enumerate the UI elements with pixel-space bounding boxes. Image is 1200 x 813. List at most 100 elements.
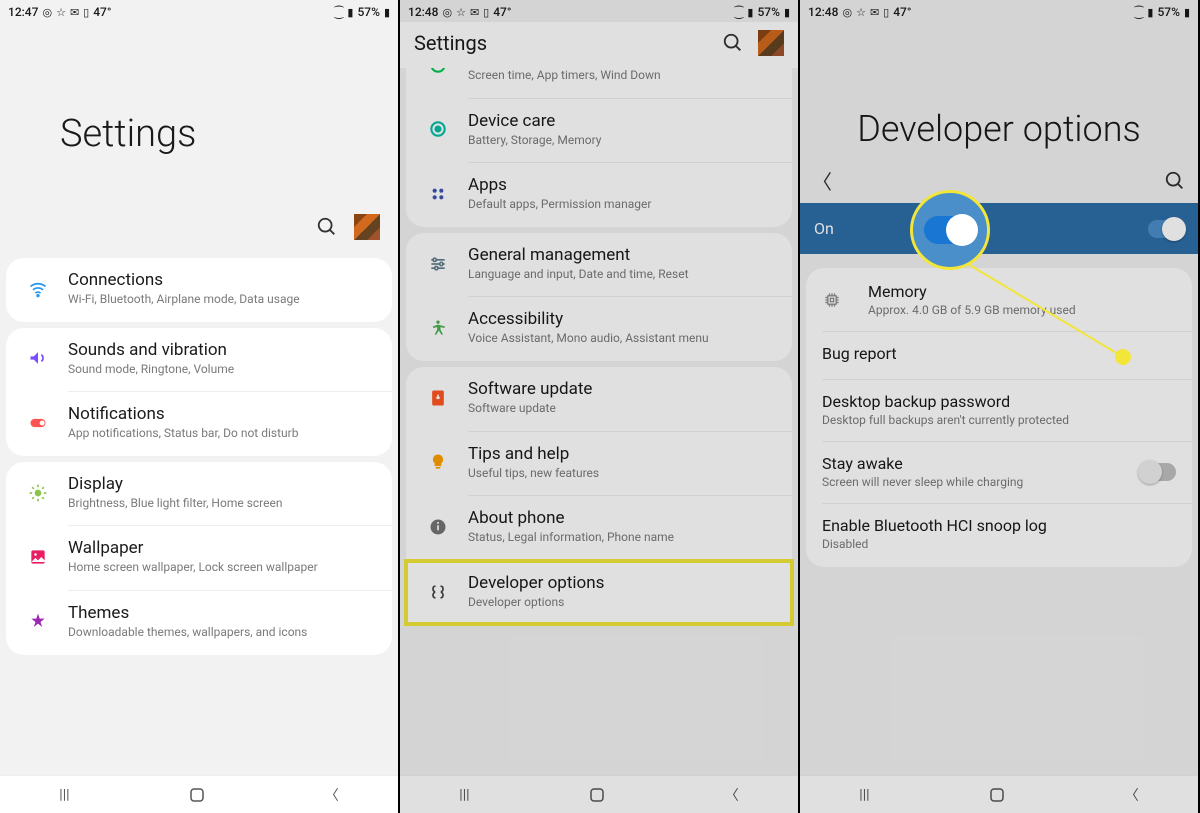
nav-back[interactable]: 〈 — [1125, 785, 1139, 805]
memory-icon — [822, 290, 854, 310]
item-subtitle: Screen time, App timers, Wind Down — [468, 68, 661, 84]
item-title: Stay awake — [822, 454, 1023, 473]
sounds-icon — [22, 348, 54, 368]
item-title: Enable Bluetooth HCI snoop log — [822, 516, 1176, 535]
settings-item-display[interactable]: DisplayBrightness, Blue light filter, Ho… — [6, 462, 392, 526]
star-icon: ☆ — [856, 6, 866, 19]
item-title: Software update — [468, 379, 592, 399]
status-battery: 57% — [1157, 5, 1179, 19]
status-time: 12:48 — [408, 5, 438, 19]
item-subtitle: Language and input, Date and time, Reset — [468, 267, 689, 283]
settings-item-sounds-and-vibration[interactable]: Sounds and vibrationSound mode, Ringtone… — [6, 328, 392, 392]
settings-group: Software update Software update Tips and h… — [406, 367, 792, 624]
nav-recents[interactable]: ||| — [859, 787, 869, 803]
nav-home[interactable] — [588, 786, 606, 804]
screen-settings-main: 12:47 ◎ ☆ ✉ ▯ 47° ⁐ ▮ 57% ▮ Settings Con… — [0, 0, 400, 813]
search-button[interactable] — [316, 216, 338, 238]
settings-item-software-update[interactable]: Software update Software update — [406, 367, 792, 431]
search-button[interactable] — [1164, 170, 1186, 192]
settings-list: Connections Wi-Fi, Bluetooth, Airplane mo… — [0, 252, 398, 775]
swupdate-icon — [422, 388, 454, 408]
wifi-icon: ⁐ — [1135, 6, 1144, 19]
item-subtitle: Voice Assistant, Mono audio, Assistant m… — [468, 331, 709, 347]
status-temp: 47° — [93, 5, 111, 19]
nav-home[interactable] — [988, 786, 1006, 804]
item-subtitle: Battery, Storage, Memory — [468, 133, 601, 149]
item-toggle[interactable] — [1140, 463, 1176, 481]
accessibility-icon — [422, 318, 454, 338]
settings-item-device-care[interactable]: Device care Battery, Storage, Memory — [406, 99, 792, 163]
screen-developer-options: 12:48 ◎ ☆ ✉ ▯ 47° ⁐ ▮ 57% ▮ Developer op… — [800, 0, 1200, 813]
dev-option-enable-bluetooth-hci-snoop-log[interactable]: Enable Bluetooth HCI snoop log Disabled — [806, 504, 1192, 565]
status-battery: 57% — [357, 5, 379, 19]
settings-item-general-management[interactable]: General management Language and input, Da… — [406, 233, 792, 297]
settings-group: Connections Wi-Fi, Bluetooth, Airplane mo… — [6, 258, 392, 322]
master-toggle-banner[interactable]: On — [800, 203, 1198, 254]
item-title: Memory — [868, 282, 1076, 301]
header-title: Settings — [414, 31, 487, 55]
dev-option-desktop-backup-password[interactable]: Desktop backup passwordDesktop full back… — [806, 380, 1192, 441]
dev-option-memory[interactable]: Memory Approx. 4.0 GB of 5.9 GB memory us… — [806, 270, 1192, 331]
item-title: Device care — [468, 111, 601, 131]
settings-item-wallpaper[interactable]: WallpaperHome screen wallpaper, Lock scr… — [6, 526, 392, 590]
item-subtitle: Wi-Fi, Bluetooth, Airplane mode, Data us… — [68, 292, 300, 308]
settings-item-about-phone[interactable]: About phoneStatus, Legal information, Ph… — [406, 496, 792, 560]
message-icon: ✉ — [470, 6, 479, 19]
item-subtitle: Home screen wallpaper, Lock screen wallp… — [68, 560, 318, 576]
nav-recents[interactable]: ||| — [459, 787, 469, 803]
battery-icon: ▮ — [384, 6, 390, 19]
screen-settings-scrolled: 12:48 ◎ ☆ ✉ ▯ 47° ⁐ ▮ 57% ▮ Settings con… — [400, 0, 800, 813]
profile-avatar[interactable] — [758, 30, 784, 56]
settings-item-developer-options[interactable]: Developer optionsDeveloper options — [406, 561, 792, 625]
item-title: Sounds and vibration — [68, 340, 234, 360]
settings-item-connections[interactable]: Connections Wi-Fi, Bluetooth, Airplane mo… — [6, 258, 392, 322]
settings-item-accessibility[interactable]: AccessibilityVoice Assistant, Mono audio… — [406, 297, 792, 361]
nav-home[interactable] — [188, 786, 206, 804]
dev-option-stay-awake[interactable]: Stay awake Screen will never sleep while … — [806, 442, 1192, 503]
settings-list: controlsScreen time, App timers, Wind Do… — [400, 68, 798, 775]
status-time: 12:48 — [808, 5, 838, 19]
dev-option-bug-report[interactable]: Bug report — [806, 332, 1192, 379]
settings-item-apps[interactable]: AppsDefault apps, Permission manager — [406, 163, 792, 227]
signal-icon: ▮ — [747, 6, 753, 19]
status-bar: 12:48 ◎ ☆ ✉ ▯ 47° ⁐ ▮ 57% ▮ — [800, 0, 1198, 22]
item-title: Developer options — [468, 573, 604, 593]
settings-item-themes[interactable]: ThemesDownloadable themes, wallpapers, a… — [6, 591, 392, 655]
battery-mini-icon: ▯ — [83, 6, 89, 19]
item-title: General management — [468, 245, 689, 265]
nav-back[interactable]: 〈 — [725, 785, 739, 805]
nav-recents[interactable]: ||| — [59, 787, 69, 803]
general-icon — [422, 254, 454, 274]
display-icon — [22, 483, 54, 503]
wifi-icon: ⁐ — [335, 6, 344, 19]
instagram-icon: ◎ — [42, 6, 52, 19]
item-title: Display — [68, 474, 282, 494]
profile-avatar[interactable] — [354, 214, 380, 240]
status-bar: 12:48 ◎ ☆ ✉ ▯ 47° ⁐ ▮ 57% ▮ — [400, 0, 798, 22]
settings-item-notifications[interactable]: NotificationsApp notifications, Status b… — [6, 392, 392, 456]
back-button[interactable]: 〈 — [812, 166, 832, 195]
settings-item-tips-and-help[interactable]: Tips and helpUseful tips, new features — [406, 432, 792, 496]
instagram-icon: ◎ — [442, 6, 452, 19]
item-subtitle: Status, Legal information, Phone name — [468, 530, 674, 546]
settings-item-controls[interactable]: controlsScreen time, App timers, Wind Do… — [406, 68, 792, 98]
item-subtitle: Disabled — [822, 537, 1176, 551]
search-button[interactable] — [722, 32, 744, 54]
wifi-icon — [22, 279, 54, 299]
item-subtitle: Approx. 4.0 GB of 5.9 GB memory used — [868, 303, 1076, 317]
item-subtitle: Default apps, Permission manager — [468, 197, 651, 213]
item-subtitle: Software update — [468, 401, 592, 417]
nav-bar: ||| 〈 — [0, 775, 398, 813]
signal-icon: ▮ — [347, 6, 353, 19]
nav-back[interactable]: 〈 — [325, 785, 339, 805]
status-battery: 57% — [757, 5, 779, 19]
item-title: Connections — [68, 270, 300, 290]
master-toggle[interactable] — [1148, 220, 1184, 238]
settings-group: controlsScreen time, App timers, Wind Do… — [406, 68, 792, 227]
status-time: 12:47 — [8, 5, 38, 19]
item-subtitle: Screen will never sleep while charging — [822, 475, 1023, 489]
settings-group: Sounds and vibrationSound mode, Ringtone… — [6, 328, 392, 456]
callout-target-dot — [1115, 349, 1131, 365]
devicecare-icon — [422, 119, 454, 139]
toggle-callout — [910, 190, 990, 270]
